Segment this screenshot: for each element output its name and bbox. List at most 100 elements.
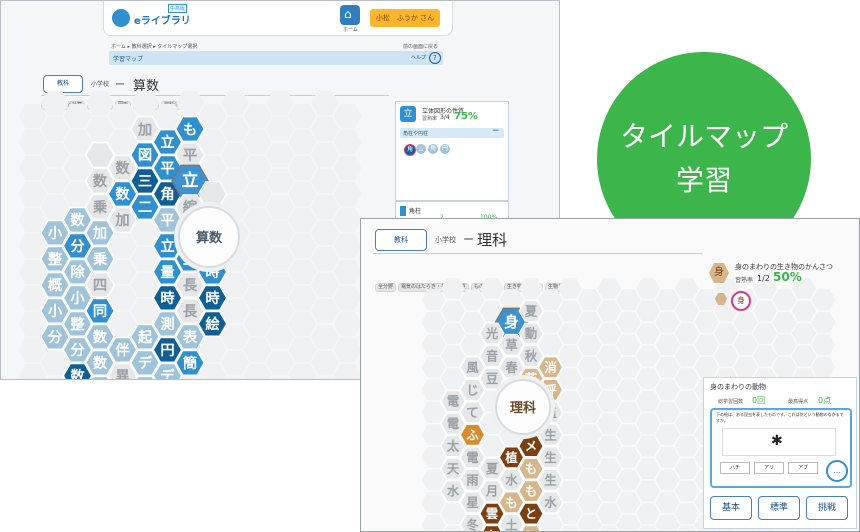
map-tile[interactable]: 小	[62, 285, 93, 311]
map-tile[interactable]: 数	[62, 207, 93, 233]
map-tile[interactable]: 三	[130, 168, 160, 194]
sub-unit-bar[interactable]: 角柱や円柱 −	[400, 126, 504, 138]
background-tile	[18, 285, 47, 310]
map-tile[interactable]: 二	[130, 194, 160, 220]
map-tile[interactable]: 数	[85, 350, 115, 376]
map-tile[interactable]: も	[518, 457, 544, 480]
map-tile[interactable]: 水	[537, 491, 564, 514]
map-tile[interactable]: 天	[440, 457, 466, 480]
map-tile[interactable]: 数	[85, 324, 115, 350]
map-tile[interactable]: 水	[498, 469, 525, 491]
map-tile[interactable]: 除	[62, 259, 93, 285]
map-tile[interactable]: 絵	[197, 311, 228, 337]
map-tile[interactable]: 整	[40, 246, 70, 272]
map-tile[interactable]: 小	[40, 298, 70, 324]
map-tile[interactable]: 表	[175, 324, 205, 350]
level-button[interactable]: 基本	[710, 496, 752, 520]
map-tile[interactable]: 雲	[479, 502, 505, 525]
map-tile[interactable]: 量	[152, 259, 183, 285]
collapse-icon[interactable]: −	[492, 126, 500, 136]
map-tile[interactable]: 分	[62, 337, 93, 363]
rate-label-2: 習熟率	[735, 277, 754, 284]
answer-option[interactable]: ハチ	[720, 462, 750, 474]
map-tile[interactable]: 概	[40, 272, 70, 298]
map-tile[interactable]: 時	[197, 285, 228, 311]
map-tile[interactable]: 雨	[459, 469, 486, 491]
background-tile	[198, 337, 227, 362]
map-tile[interactable]: 水	[440, 480, 466, 502]
map-tile[interactable]: 電	[459, 446, 486, 469]
map-tile[interactable]: 冬	[459, 514, 486, 532]
map-tile[interactable]	[85, 142, 115, 168]
map-tile[interactable]: 草	[498, 333, 525, 356]
map-tile[interactable]: 長	[175, 298, 205, 324]
map-tile[interactable]: 春	[498, 356, 525, 379]
center-subject-button[interactable]: 理科	[491, 375, 555, 439]
level-button[interactable]: 標準	[758, 496, 800, 520]
map-tile[interactable]: 秋	[518, 345, 544, 367]
map-tile[interactable]: 植	[498, 446, 525, 469]
sub-unit-chip[interactable]: 円	[440, 144, 450, 154]
tile-label: 水	[544, 495, 557, 510]
map-tile[interactable]: 消	[537, 356, 564, 379]
map-tile[interactable]: 簡	[175, 350, 205, 376]
map-tile[interactable]: 数	[107, 181, 138, 207]
background-tile	[597, 435, 621, 457]
map-tile[interactable]: ふ	[459, 423, 486, 446]
map-tile[interactable]: 夏	[479, 457, 505, 480]
sub-unit-chip[interactable]: △	[416, 144, 426, 154]
map-tile[interactable]: 分	[62, 233, 93, 259]
center-subject-button[interactable]: 算数	[174, 202, 244, 272]
map-tile[interactable]: デ	[130, 350, 160, 376]
map-tile[interactable]: 乗	[85, 194, 115, 220]
map-tile[interactable]: 電	[440, 412, 466, 435]
map-tile[interactable]: 音	[479, 345, 505, 367]
map-tile[interactable]: 数	[107, 155, 138, 181]
map-tile[interactable]: 風	[459, 356, 486, 379]
map-tile[interactable]: 太	[440, 435, 466, 457]
map-tile[interactable]: も	[518, 480, 544, 502]
map-tile[interactable]: 四	[85, 272, 115, 298]
map-tile[interactable]: 加	[130, 116, 160, 142]
map-tile[interactable]: 月	[479, 480, 505, 502]
map-tile[interactable]: 整	[62, 311, 93, 337]
map-tile[interactable]: 伴	[107, 337, 138, 363]
map-tile[interactable]: も	[175, 116, 205, 142]
map-tile[interactable]: 生	[537, 446, 564, 469]
chat-icon[interactable]: …	[826, 460, 848, 482]
map-tile[interactable]: 加	[107, 207, 138, 233]
answer-option[interactable]: アブ	[788, 462, 818, 474]
map-tile[interactable]: 星	[459, 491, 486, 514]
map-tile[interactable]: て	[459, 401, 486, 424]
map-tile[interactable]: 加	[85, 220, 115, 246]
rate-frac: 3/4	[440, 114, 450, 121]
answer-option[interactable]: アリ	[754, 462, 784, 474]
map-tile[interactable]: 時	[152, 285, 183, 311]
map-tile[interactable]: 立	[152, 129, 183, 155]
map-tile[interactable]: 起	[130, 324, 160, 350]
map-tile[interactable]: 長	[175, 272, 205, 298]
sub-unit-chip[interactable]: 角	[428, 144, 438, 154]
map-tile[interactable]: も	[498, 491, 525, 514]
tile-shape[interactable]	[85, 142, 115, 168]
background-tile	[655, 379, 680, 401]
map-tile[interactable]: 図	[130, 142, 160, 168]
map-tile[interactable]: 平	[175, 142, 205, 168]
map-tile[interactable]: 電	[440, 390, 466, 412]
background-tile	[311, 324, 339, 349]
level-button[interactable]: 挑戦	[806, 496, 848, 520]
map-tile[interactable]: 分	[40, 324, 70, 350]
map-tile[interactable]: じ	[459, 378, 486, 401]
map-tile[interactable]: 土	[498, 514, 525, 532]
tile-label: 角	[160, 185, 174, 203]
sub-unit-chip[interactable]: 角	[404, 144, 416, 156]
map-tile[interactable]: 円	[152, 337, 183, 363]
map-tile[interactable]: 同	[85, 298, 115, 324]
map-tile[interactable]: 乗	[85, 246, 115, 272]
map-tile[interactable]: 測	[152, 311, 183, 337]
map-tile[interactable]: 小	[40, 220, 70, 246]
map-tile[interactable]: 生	[537, 469, 564, 491]
map-tile[interactable]: 数	[85, 168, 115, 194]
chip-hex-2b[interactable]: 身	[731, 291, 751, 311]
map-tile[interactable]: と	[518, 502, 544, 525]
